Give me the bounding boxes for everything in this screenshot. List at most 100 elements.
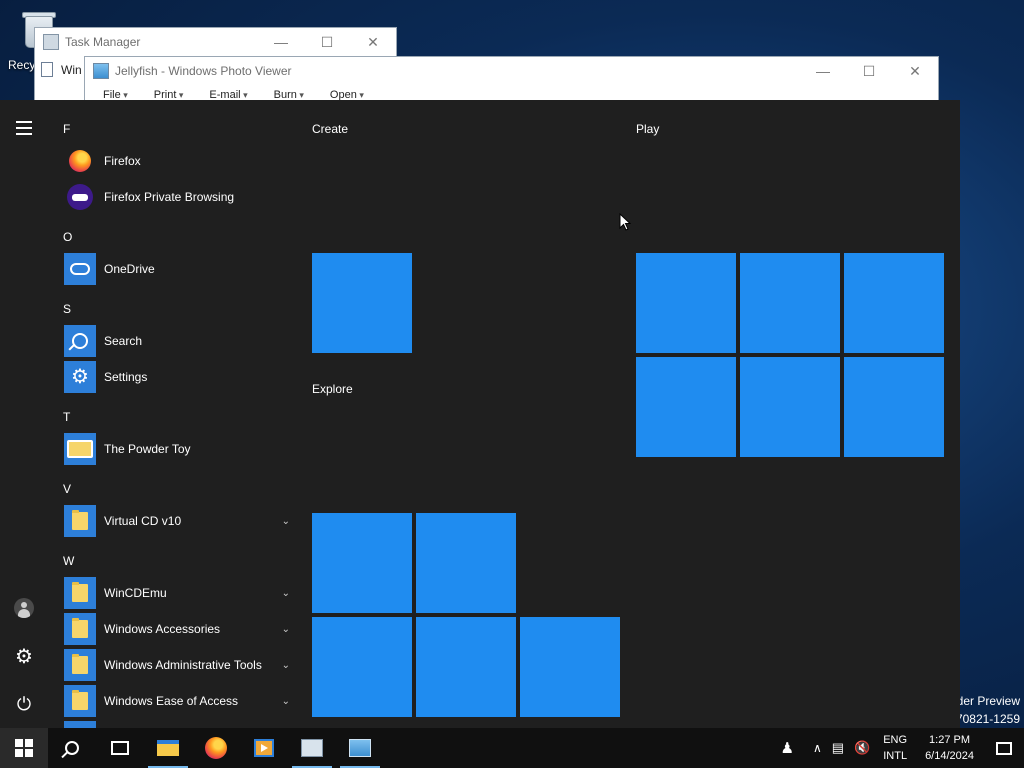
app-onedrive[interactable]: OneDrive bbox=[64, 253, 292, 285]
input-language[interactable]: ENG INTL bbox=[875, 732, 915, 764]
taskbar-task-manager[interactable] bbox=[288, 728, 336, 768]
taskbar-media-player[interactable] bbox=[240, 728, 288, 768]
group-title-explore[interactable]: Explore bbox=[312, 382, 353, 396]
photo-viewer-icon bbox=[93, 63, 109, 79]
app-label: Windows Accessories bbox=[104, 622, 221, 636]
app-firefox-private-browsing[interactable]: Firefox Private Browsing bbox=[64, 181, 292, 213]
maximize-icon[interactable]: ☐ bbox=[304, 34, 350, 51]
app-virtual-cd[interactable]: Virtual CD v10 ⌄ bbox=[64, 505, 292, 537]
power-icon[interactable]: ⏻ bbox=[12, 692, 36, 716]
maximize-icon[interactable]: ☐ bbox=[846, 63, 892, 80]
firefox-private-icon bbox=[64, 181, 96, 213]
app-label: Virtual CD v10 bbox=[104, 514, 182, 528]
task-manager-title: Task Manager bbox=[65, 35, 141, 49]
firefox-icon bbox=[205, 737, 227, 759]
windows-logo-icon bbox=[15, 739, 33, 757]
search-icon bbox=[65, 741, 79, 755]
app-label: OneDrive bbox=[104, 262, 155, 276]
tile-play-4[interactable] bbox=[636, 357, 736, 457]
recycle-bin-label: Recy bbox=[8, 58, 36, 72]
letter-header-o[interactable]: O bbox=[63, 230, 72, 244]
taskbar-file-explorer[interactable] bbox=[144, 728, 192, 768]
volume-muted-icon[interactable]: 🔇 bbox=[849, 740, 875, 756]
clock[interactable]: 1:27 PM 6/14/2024 bbox=[915, 732, 984, 764]
app-list: F Firefox Firefox Private Browsing O One… bbox=[56, 100, 296, 728]
folder-icon bbox=[64, 721, 96, 728]
app-firefox[interactable]: Firefox bbox=[64, 145, 292, 177]
app-settings[interactable]: ⚙ Settings bbox=[64, 361, 292, 393]
minimize-icon[interactable]: — bbox=[800, 63, 846, 80]
tile-explore-4[interactable] bbox=[416, 617, 516, 717]
app-label: Windows Ease of Access bbox=[104, 694, 239, 708]
folder-icon bbox=[64, 649, 96, 681]
close-icon[interactable]: ✕ bbox=[892, 63, 938, 80]
task-manager-row[interactable]: Win bbox=[41, 62, 82, 77]
taskbar-photo-viewer[interactable] bbox=[336, 728, 384, 768]
settings-gear-icon[interactable]: ⚙ bbox=[12, 644, 36, 668]
letter-header-v[interactable]: V bbox=[63, 482, 71, 496]
people-icon[interactable]: ♟ bbox=[766, 739, 807, 757]
app-search[interactable]: Search bbox=[64, 325, 292, 357]
letter-header-f[interactable]: F bbox=[63, 122, 70, 136]
group-title-play[interactable]: Play bbox=[636, 122, 659, 136]
task-manager-titlebar[interactable]: Task Manager — ☐ ✕ bbox=[35, 28, 396, 56]
app-list-partial[interactable] bbox=[64, 721, 292, 728]
taskbar-firefox[interactable] bbox=[192, 728, 240, 768]
app-wincdemu[interactable]: WinCDEmu ⌄ bbox=[64, 577, 292, 609]
tile-play-5[interactable] bbox=[740, 357, 840, 457]
file-explorer-icon bbox=[157, 740, 179, 756]
task-manager-icon bbox=[43, 34, 59, 50]
app-windows-administrative-tools[interactable]: Windows Administrative Tools ⌄ bbox=[64, 649, 292, 681]
app-the-powder-toy[interactable]: The Powder Toy bbox=[64, 433, 292, 465]
tile-explore-2[interactable] bbox=[416, 513, 516, 613]
media-player-icon bbox=[254, 739, 274, 757]
user-account-icon[interactable] bbox=[12, 596, 36, 620]
letter-header-t[interactable]: T bbox=[63, 410, 70, 424]
chevron-down-icon[interactable]: ⌄ bbox=[282, 696, 290, 707]
chevron-down-icon[interactable]: ⌄ bbox=[282, 516, 290, 527]
tile-explore-3[interactable] bbox=[312, 617, 412, 717]
photo-viewer-titlebar[interactable]: Jellyfish - Windows Photo Viewer — ☐ ✕ bbox=[85, 57, 938, 85]
taskbar: ♟ ∧ ▤ 🔇 ENG INTL 1:27 PM 6/14/2024 bbox=[0, 728, 1024, 768]
folder-icon bbox=[64, 505, 96, 537]
watermark-line1: der Preview bbox=[956, 694, 1020, 708]
clock-date: 6/14/2024 bbox=[925, 750, 974, 762]
tile-play-2[interactable] bbox=[740, 253, 840, 353]
folder-icon bbox=[64, 577, 96, 609]
app-label: The Powder Toy bbox=[104, 442, 191, 456]
hamburger-menu-icon[interactable] bbox=[12, 116, 36, 140]
taskbar-search-button[interactable] bbox=[48, 728, 96, 768]
task-manager-row-label: Win bbox=[61, 62, 82, 77]
close-icon[interactable]: ✕ bbox=[350, 34, 396, 51]
tile-create-1[interactable] bbox=[312, 253, 412, 353]
letter-header-s[interactable]: S bbox=[63, 302, 71, 316]
action-center-button[interactable] bbox=[984, 741, 1024, 755]
tile-explore-1[interactable] bbox=[312, 513, 412, 613]
watermark-line2: 70821-1259 bbox=[955, 712, 1020, 726]
minimize-icon[interactable]: — bbox=[258, 34, 304, 51]
start-button[interactable] bbox=[0, 728, 48, 768]
chevron-down-icon[interactable]: ⌄ bbox=[282, 624, 290, 635]
firefox-icon bbox=[64, 145, 96, 177]
show-hidden-icons-chevron-icon[interactable]: ∧ bbox=[808, 741, 827, 755]
tile-play-1[interactable] bbox=[636, 253, 736, 353]
chevron-down-icon[interactable]: ⌄ bbox=[282, 660, 290, 671]
start-menu: ⚙ ⏻ F Firefox Firefox Private Browsing O… bbox=[0, 100, 960, 728]
app-label: WinCDEmu bbox=[104, 586, 167, 600]
app-label: Firefox Private Browsing bbox=[104, 190, 235, 204]
app-label: Search bbox=[104, 334, 143, 348]
photo-viewer-icon bbox=[349, 739, 371, 757]
tile-play-3[interactable] bbox=[844, 253, 944, 353]
document-icon bbox=[41, 62, 53, 77]
folder-icon bbox=[64, 685, 96, 717]
group-title-create[interactable]: Create bbox=[312, 122, 348, 136]
chevron-down-icon[interactable]: ⌄ bbox=[282, 588, 290, 599]
app-windows-accessories[interactable]: Windows Accessories ⌄ bbox=[64, 613, 292, 645]
network-icon[interactable]: ▤ bbox=[827, 740, 849, 756]
task-view-button[interactable] bbox=[96, 728, 144, 768]
app-windows-ease-of-access[interactable]: Windows Ease of Access ⌄ bbox=[64, 685, 292, 717]
tile-play-6[interactable] bbox=[844, 357, 944, 457]
tile-explore-5[interactable] bbox=[520, 617, 620, 717]
letter-header-w[interactable]: W bbox=[63, 554, 74, 568]
app-label: Firefox bbox=[104, 154, 141, 168]
